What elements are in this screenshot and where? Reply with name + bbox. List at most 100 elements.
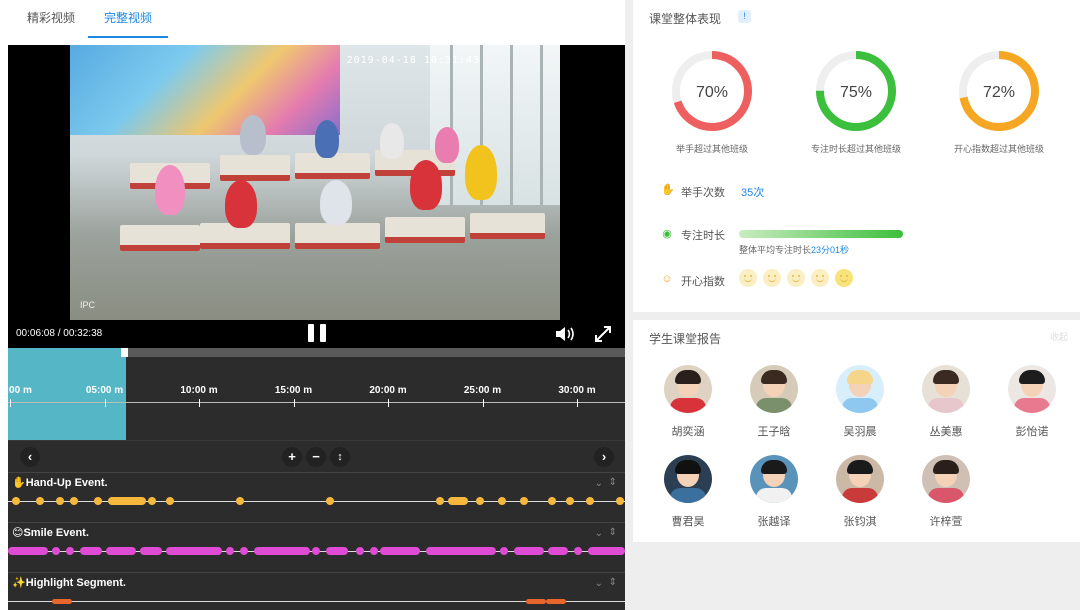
student-card[interactable]: 曹君昊 [653,455,723,529]
event-marker[interactable] [476,497,484,505]
event-timeline[interactable]: 0:00 m 05:00 m 10:00 m 15:00 m 20:00 m 25:00 … [0,357,625,440]
event-marker[interactable] [166,547,222,555]
event-marker[interactable] [312,547,320,555]
event-marker[interactable] [448,497,468,505]
event-marker[interactable] [94,497,102,505]
event-marker[interactable] [108,497,146,505]
student-card[interactable]: 张钧淇 [825,455,895,529]
timeline-selected-range[interactable] [8,357,126,440]
event-marker[interactable] [548,547,568,555]
event-marker[interactable] [586,497,594,505]
event-marker[interactable] [52,599,72,604]
event-marker[interactable] [566,497,574,505]
event-marker[interactable] [514,547,544,555]
progress-fill [8,348,124,357]
event-marker[interactable] [498,497,506,505]
fullscreen-icon[interactable] [594,325,612,343]
video-progress-bar[interactable] [8,348,625,357]
avatar-hair [847,370,873,384]
avatar[interactable] [1008,365,1056,413]
timeline-prev-button[interactable]: ‹ [20,447,40,467]
avatar[interactable] [750,455,798,503]
event-marker[interactable] [240,547,248,555]
event-marker[interactable] [520,497,528,505]
event-marker[interactable] [588,547,625,555]
chevron-down-icon[interactable]: ⌄ [595,478,603,489]
zoom-in-button[interactable]: + [282,447,302,467]
zoom-out-button[interactable]: − [306,447,326,467]
event-marker[interactable] [546,599,566,604]
reorder-icon[interactable]: ⇕ [609,477,617,488]
avatar[interactable] [922,365,970,413]
timeline-tick-mark [577,399,578,407]
event-marker[interactable] [70,497,78,505]
volume-icon[interactable] [554,325,578,343]
event-marker[interactable] [380,547,420,555]
avatar-body [1014,398,1050,413]
event-marker[interactable] [500,547,508,555]
video-tabs: 精彩视频 完整视频 [8,0,625,45]
timeline-tick-mark [199,399,200,407]
progress-handle[interactable] [121,348,128,357]
avatar-hair [761,370,787,384]
tab-full-video[interactable]: 完整视频 [88,0,168,38]
student-card[interactable]: 丛美惠 [911,365,981,439]
avatar-hair [933,370,959,384]
timeline-next-button[interactable]: › [594,447,614,467]
event-marker[interactable] [56,497,64,505]
hand-up-ring: 70% [672,51,752,131]
event-marker[interactable] [254,547,310,555]
collapse-link[interactable]: 收起 [1050,330,1068,343]
event-marker[interactable] [236,497,244,505]
chevron-down-icon[interactable]: ⌄ [595,578,603,589]
avatar-hair [933,460,959,474]
event-marker[interactable] [148,497,156,505]
focus-note: 整体平均专注时长23分01秒 [739,243,849,256]
event-marker[interactable] [326,497,334,505]
student-card[interactable]: 王子晗 [739,365,809,439]
student-card[interactable]: 吴羽晨 [825,365,895,439]
event-marker[interactable] [356,547,364,555]
event-marker[interactable] [106,547,136,555]
fit-range-button[interactable]: ↕ [330,447,350,467]
event-marker[interactable] [226,547,234,555]
smile-event-track[interactable]: 😊Smile Event. ⌄ ⇕ [8,522,625,572]
event-marker[interactable] [52,547,60,555]
event-marker[interactable] [140,547,162,555]
info-icon[interactable]: ! [738,10,751,23]
event-marker[interactable] [616,497,624,505]
event-marker[interactable] [36,497,44,505]
event-marker[interactable] [326,547,348,555]
student-card[interactable]: 胡奕涵 [653,365,723,439]
avatar[interactable] [922,455,970,503]
avatar[interactable] [664,455,712,503]
event-marker[interactable] [370,547,378,555]
event-marker[interactable] [526,599,546,604]
chevron-down-icon[interactable]: ⌄ [595,528,603,539]
tab-highlights[interactable]: 精彩视频 [16,0,86,38]
event-marker[interactable] [8,547,48,555]
avatar-body [928,488,964,503]
event-marker[interactable] [12,497,20,505]
hand-up-event-track[interactable]: ✋Hand-Up Event. ⌄ ⇕ [8,472,625,522]
student-card[interactable]: 彭怡诺 [997,365,1067,439]
student-name: 张越译 [757,516,791,528]
event-marker[interactable] [80,547,102,555]
pause-button[interactable] [308,324,326,342]
event-marker[interactable] [548,497,556,505]
avatar[interactable] [836,365,884,413]
event-marker[interactable] [436,497,444,505]
event-marker[interactable] [426,547,496,555]
event-marker[interactable] [166,497,174,505]
student-card[interactable]: 许梓萱 [911,455,981,529]
student-card[interactable]: 张越译 [739,455,809,529]
reorder-icon[interactable]: ⇕ [609,527,617,538]
reorder-icon[interactable]: ⇕ [609,577,617,588]
event-marker[interactable] [574,547,582,555]
highlight-segment-track[interactable]: ✨Highlight Segment. ⌄ ⇕ [8,572,625,610]
video-player[interactable]: 2019-04-18 10:31:43 IPC [8,45,625,320]
event-marker[interactable] [66,547,74,555]
avatar[interactable] [836,455,884,503]
avatar[interactable] [750,365,798,413]
avatar[interactable] [664,365,712,413]
